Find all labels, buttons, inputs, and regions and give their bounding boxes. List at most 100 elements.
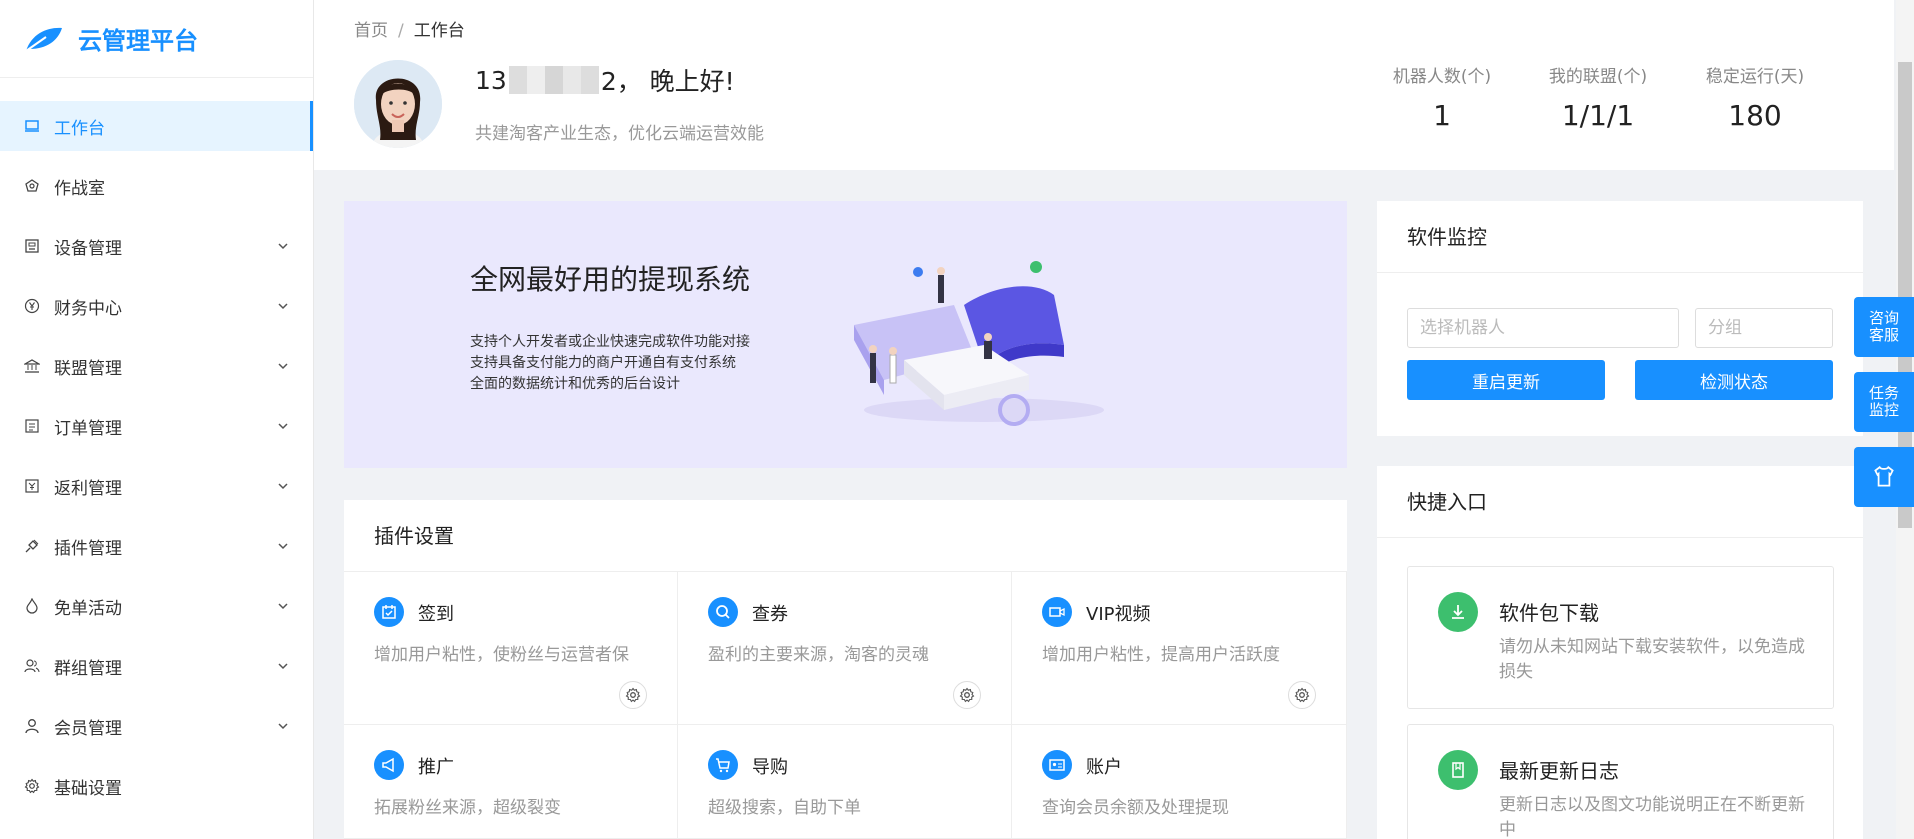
group-select[interactable] — [1695, 308, 1833, 348]
breadcrumb-home[interactable]: 首页 — [354, 21, 388, 41]
plugin-name: VIP视频 — [1086, 604, 1151, 625]
logo[interactable]: 云管理平台 — [0, 0, 313, 78]
plugin-promote[interactable]: 推广 拓展粉丝来源，超级裂变 — [344, 725, 678, 839]
chevron-down-icon — [278, 663, 288, 670]
promo-banner[interactable]: 全网最好用的提现系统 支持个人开发者或企业快速完成软件功能对接 支持具备支付能力… — [344, 201, 1347, 468]
stat-label: 机器人数(个) — [1392, 67, 1492, 87]
slogan: 共建淘客产业生态，优化云端运营效能 — [475, 124, 764, 144]
yen-icon — [24, 298, 40, 314]
plugin-icon — [24, 538, 40, 554]
plugin-settings-title: 插件设置 — [344, 500, 1347, 572]
quick-item-desc: 请勿从未知网站下载安装软件，以免造成损失 — [1499, 637, 1805, 682]
sidebar-item-devices[interactable]: 设备管理 — [0, 221, 313, 271]
stat-value: 180 — [1728, 99, 1782, 132]
sidebar-item-plugins[interactable]: 插件管理 — [0, 521, 313, 571]
banner-line: 支持个人开发者或企业快速完成软件功能对接 — [470, 334, 750, 350]
plugin-name: 查券 — [752, 604, 788, 625]
sidebar-item-groups[interactable]: 群组管理 — [0, 641, 313, 691]
rebate-icon — [24, 478, 40, 494]
plugin-checkin[interactable]: 签到 增加用户粘性，使粉丝与运营者保 — [344, 572, 678, 725]
greeting: 13 2， 晚上好! — [475, 62, 735, 98]
plugin-desc: 盈利的主要来源，淘客的灵魂 — [708, 645, 929, 665]
page-header: 首页 / 工作台 13 2， 晚上好! 共建淘客产业生态，优化云端运营效能 机器人数(… — [314, 0, 1894, 170]
quick-download[interactable]: 软件包下载 请勿从未知网站下载安装软件，以免造成损失 — [1407, 566, 1834, 709]
avatar[interactable] — [354, 60, 442, 148]
restart-update-button[interactable]: 重启更新 — [1407, 360, 1605, 400]
breadcrumb: 首页 / 工作台 — [354, 16, 465, 41]
greeting-phone-prefix: 13 — [475, 65, 507, 95]
stat-label: 稳定运行(天) — [1705, 67, 1805, 87]
plugin-vip-video[interactable]: VIP视频 增加用户粘性，提高用户活跃度 — [1012, 572, 1347, 725]
shirt-icon — [1874, 465, 1894, 487]
video-icon — [1042, 597, 1072, 627]
sidebar-item-warroom[interactable]: 作战室 — [0, 161, 313, 211]
download-icon — [1438, 592, 1478, 632]
sidebar-item-workbench[interactable]: 工作台 — [0, 101, 313, 151]
gear-icon — [24, 778, 40, 794]
stat-value: 1 — [1433, 99, 1451, 132]
task-monitor-button[interactable]: 任务 监控 — [1854, 372, 1914, 432]
app-title: 云管理平台 — [78, 27, 198, 55]
sidebar-item-label: 设备管理 — [54, 238, 122, 259]
check-status-button[interactable]: 检测状态 — [1635, 360, 1833, 400]
software-monitor-title: 软件监控 — [1377, 201, 1863, 273]
sidebar-item-label: 联盟管理 — [54, 358, 122, 379]
sidebar-item-label: 财务中心 — [54, 298, 122, 319]
sidebar-item-orders[interactable]: 订单管理 — [0, 401, 313, 451]
chevron-down-icon — [278, 543, 288, 550]
gear-icon[interactable] — [1288, 681, 1316, 709]
plugin-shopping-guide[interactable]: 导购 超级搜索，自助下单 — [678, 725, 1012, 839]
sidebar-item-label: 插件管理 — [54, 538, 122, 559]
monitor-icon — [24, 118, 40, 134]
plugin-name: 签到 — [418, 604, 454, 625]
sidebar-item-rebate[interactable]: 返利管理 — [0, 461, 313, 511]
robot-select[interactable] — [1407, 308, 1679, 348]
device-icon — [24, 238, 40, 254]
stat-alliances: 我的联盟(个) 1/1/1 — [1528, 62, 1668, 132]
sidebar-item-members[interactable]: 会员管理 — [0, 701, 313, 751]
consult-service-button[interactable]: 咨询 客服 — [1854, 297, 1914, 357]
sidebar-item-label: 订单管理 — [54, 418, 122, 439]
stat-label: 我的联盟(个) — [1548, 67, 1648, 87]
chevron-down-icon — [278, 303, 288, 310]
gear-icon[interactable] — [619, 681, 647, 709]
sidebar-item-settings[interactable]: 基础设置 — [0, 761, 313, 811]
chevron-down-icon — [278, 603, 288, 610]
sidebar-item-label: 群组管理 — [54, 658, 122, 679]
shield-icon — [24, 178, 40, 194]
chevron-down-icon — [278, 243, 288, 250]
sidebar-item-free-order[interactable]: 免单活动 — [0, 581, 313, 631]
gear-icon[interactable] — [953, 681, 981, 709]
breadcrumb-current: 工作台 — [413, 21, 465, 41]
banner-title: 全网最好用的提现系统 — [470, 263, 751, 296]
avatar-image — [354, 60, 442, 148]
stat-uptime: 稳定运行(天) 180 — [1685, 62, 1825, 132]
chevron-down-icon — [278, 483, 288, 490]
plugin-name: 导购 — [752, 757, 788, 778]
sidebar-item-label: 工作台 — [54, 118, 105, 139]
calendar-check-icon — [374, 597, 404, 627]
quick-changelog[interactable]: 最新更新日志 更新日志以及图文功能说明正在不断更新中 — [1407, 724, 1834, 839]
plugin-coupon[interactable]: 查券 盈利的主要来源，淘客的灵魂 — [678, 572, 1012, 725]
book-icon — [1438, 750, 1478, 790]
group-icon — [24, 658, 40, 674]
cart-icon — [708, 750, 738, 780]
chevron-down-icon — [278, 723, 288, 730]
bank-icon — [24, 358, 40, 374]
phone-mask — [508, 66, 599, 94]
skin-button[interactable] — [1854, 447, 1914, 507]
sidebar-item-label: 免单活动 — [54, 598, 122, 619]
plugin-account[interactable]: 账户 查询会员余额及处理提现 — [1012, 725, 1347, 839]
chevron-down-icon — [278, 363, 288, 370]
quick-entry-card: 快捷入口 软件包下载 请勿从未知网站下载安装软件，以免造成损失 最新更新日志 更… — [1377, 466, 1863, 839]
list-icon — [24, 418, 40, 434]
sidebar-item-label: 作战室 — [54, 178, 105, 199]
greeting-text: 2， 晚上好! — [600, 67, 735, 96]
sidebar-item-finance[interactable]: 财务中心 — [0, 281, 313, 331]
stat-value: 1/1/1 — [1561, 99, 1635, 132]
software-monitor-card: 软件监控 重启更新 检测状态 — [1377, 201, 1863, 436]
quick-item-name: 软件包下载 — [1499, 601, 1599, 625]
chevron-down-icon — [278, 423, 288, 430]
leaf-logo-icon — [25, 27, 62, 52]
sidebar-item-alliance[interactable]: 联盟管理 — [0, 341, 313, 391]
